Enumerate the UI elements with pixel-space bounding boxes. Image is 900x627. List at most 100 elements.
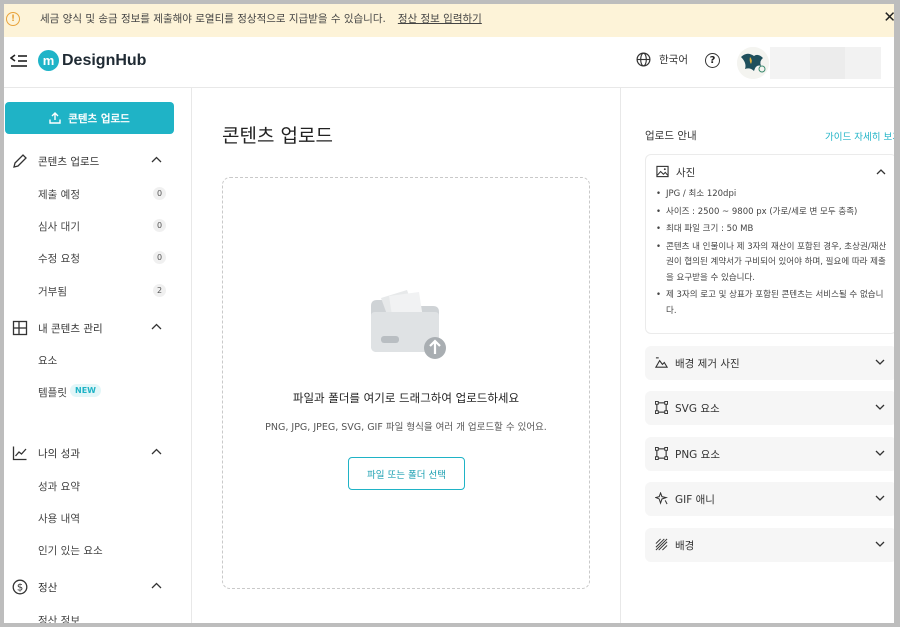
upload-guide-panel: 업로드 안내 가이드 자세히 보기 사진 JPG / 최소 120dpi 사이즈…: [620, 88, 900, 627]
sidebar-item-rejected[interactable]: 거부됨 2: [0, 279, 192, 303]
svg-text:$: $: [17, 583, 23, 594]
logo-mark: m: [38, 50, 59, 71]
sidebar-item-label: 정산 정보: [38, 615, 80, 627]
sidebar-section-label: 콘텐츠 업로드: [38, 155, 100, 168]
upload-dropzone[interactable]: 파일과 폴더를 여기로 드래그하여 업로드하세요 PNG, JPG, JPEG,…: [222, 177, 590, 589]
accordion-label: GIF 애니: [675, 494, 715, 506]
upload-button-label: 콘텐츠 업로드: [68, 112, 130, 125]
sidebar-section-upload[interactable]: 콘텐츠 업로드: [0, 149, 192, 173]
close-icon[interactable]: ✕: [883, 8, 896, 26]
list-item: 제 3자의 로고 및 상표가 포함된 콘텐츠는 서비스될 수 없습니다.: [656, 288, 888, 319]
accordion-label: SVG 요소: [675, 403, 720, 415]
sidebar-item-popular[interactable]: 인기 있는 요소: [0, 538, 192, 562]
dropzone-subtitle: PNG, JPG, JPEG, SVG, GIF 파일 형식을 여러 개 업로드…: [265, 422, 547, 433]
chevron-up-icon: [151, 323, 162, 330]
accordion-label: PNG 요소: [675, 449, 720, 461]
accordion-cutout-photo[interactable]: 배경 제거 사진: [645, 346, 897, 380]
language-selector[interactable]: 한국어: [636, 52, 688, 67]
chevron-up-icon: [151, 156, 162, 163]
grid-icon: [12, 320, 28, 336]
sidebar-item-revision[interactable]: 수정 요청 0: [0, 246, 192, 270]
sidebar-item-templates[interactable]: 템플릿 NEW: [0, 380, 192, 404]
sidebar-section-label: 내 콘텐츠 관리: [38, 322, 103, 335]
chevron-down-icon: [875, 450, 885, 456]
count-badge: 0: [153, 187, 166, 200]
chevron-down-icon: [875, 404, 885, 410]
sidebar-item-label: 제출 예정: [38, 189, 80, 201]
user-name-placeholder[interactable]: [770, 47, 881, 79]
accordion-png[interactable]: PNG 요소: [645, 437, 897, 471]
sidebar-section-label: 정산: [38, 581, 58, 594]
sidebar-item-label: 심사 대기: [38, 221, 80, 233]
sidebar-item-label: 사용 내역: [38, 513, 80, 525]
count-badge: 0: [153, 251, 166, 264]
logo-text: DesignHub: [62, 51, 147, 69]
sidebar-item-summary[interactable]: 성과 요약: [0, 474, 192, 498]
folder-upload-icon: [371, 290, 446, 359]
sidebar-item-label: 요소: [38, 355, 58, 367]
new-badge: NEW: [70, 384, 101, 397]
chevron-down-icon: [875, 541, 885, 547]
cutout-icon: [655, 357, 668, 368]
header: m DesignHub 한국어 ?: [0, 37, 900, 88]
chart-icon: [12, 446, 27, 461]
sidebar-item-pending[interactable]: 제출 예정 0: [0, 182, 192, 206]
sidebar-section-settlement[interactable]: $ 정산: [0, 575, 192, 599]
accordion-photo: 사진 JPG / 최소 120dpi 사이즈 : 2500 ~ 9800 px …: [645, 154, 897, 334]
upload-content-button[interactable]: 콘텐츠 업로드: [5, 102, 174, 134]
list-item: 콘텐츠 내 인물이나 제 3자의 재산이 포함된 경우, 초상권/재산권이 협의…: [656, 240, 888, 287]
sidebar-item-label: 수정 요청: [38, 253, 80, 265]
dropzone-title: 파일과 폴더를 여기로 드래그하여 업로드하세요: [292, 391, 520, 405]
sidebar-item-label: 성과 요약: [38, 481, 80, 493]
notice-message: 세금 양식 및 송금 정보를 제출해야 로열티를 정상적으로 지급받을 수 있습…: [40, 13, 386, 25]
globe-icon: [636, 52, 651, 67]
avatar[interactable]: [737, 47, 769, 79]
vector-icon: [655, 447, 668, 460]
sparkle-icon: [655, 492, 668, 505]
sidebar-item-label: 템플릿: [38, 387, 67, 399]
accordion-svg[interactable]: SVG 요소: [645, 391, 897, 425]
sidebar-section-manage[interactable]: 내 콘텐츠 관리: [0, 316, 192, 340]
accordion-photo-header[interactable]: 사진: [646, 155, 896, 189]
count-badge: 2: [153, 284, 166, 297]
sidebar: 콘텐츠 업로드 콘텐츠 업로드 제출 예정 0 심사 대기 0 수정 요청 0 …: [0, 88, 192, 627]
sidebar-item-settlement-info[interactable]: 정산 정보: [0, 608, 192, 627]
accordion-label: 배경: [675, 540, 695, 552]
chevron-down-icon: [875, 495, 885, 501]
image-icon: [656, 165, 669, 178]
sidebar-item-review[interactable]: 심사 대기 0: [0, 214, 192, 238]
sidebar-item-usage[interactable]: 사용 내역: [0, 506, 192, 530]
dollar-icon: $: [12, 579, 28, 595]
sidebar-section-label: 나의 성과: [38, 447, 80, 460]
photo-requirements-list: JPG / 최소 120dpi 사이즈 : 2500 ~ 9800 px (가로…: [656, 187, 888, 321]
chevron-up-icon: [151, 582, 162, 589]
pencil-icon: [13, 154, 27, 168]
collapse-menu-icon[interactable]: [10, 53, 28, 69]
accordion-background[interactable]: 배경: [645, 528, 897, 562]
notice-bar: ! 세금 양식 및 송금 정보를 제출해야 로열티를 정상적으로 지급받을 수 …: [0, 0, 900, 37]
accordion-label: 배경 제거 사진: [675, 358, 740, 370]
chevron-up-icon: [876, 169, 886, 175]
list-item: 최대 파일 크기 : 50 MB: [656, 222, 888, 238]
list-item: JPG / 최소 120dpi: [656, 187, 888, 203]
warning-icon: !: [6, 11, 20, 26]
guide-title: 업로드 안내: [645, 130, 697, 142]
select-files-button[interactable]: 파일 또는 폴더 선택: [348, 457, 465, 490]
upload-icon: [49, 112, 61, 124]
chevron-up-icon: [151, 448, 162, 455]
accordion-label: 사진: [676, 167, 696, 179]
notice-link[interactable]: 정산 정보 입력하기: [398, 11, 482, 26]
page-title: 콘텐츠 업로드: [222, 125, 333, 147]
chevron-down-icon: [875, 359, 885, 365]
help-icon[interactable]: ?: [705, 53, 720, 68]
sidebar-item-elements[interactable]: 요소: [0, 348, 192, 372]
pattern-icon: [655, 538, 668, 551]
guide-detail-link[interactable]: 가이드 자세히 보기: [825, 129, 900, 143]
sidebar-item-label: 거부됨: [38, 286, 67, 298]
sidebar-section-performance[interactable]: 나의 성과: [0, 441, 192, 465]
count-badge: 0: [153, 219, 166, 232]
logo[interactable]: m DesignHub: [38, 50, 146, 71]
language-label: 한국어: [659, 54, 688, 66]
accordion-gif[interactable]: GIF 애니: [645, 482, 897, 516]
sidebar-item-label: 인기 있는 요소: [38, 545, 103, 557]
